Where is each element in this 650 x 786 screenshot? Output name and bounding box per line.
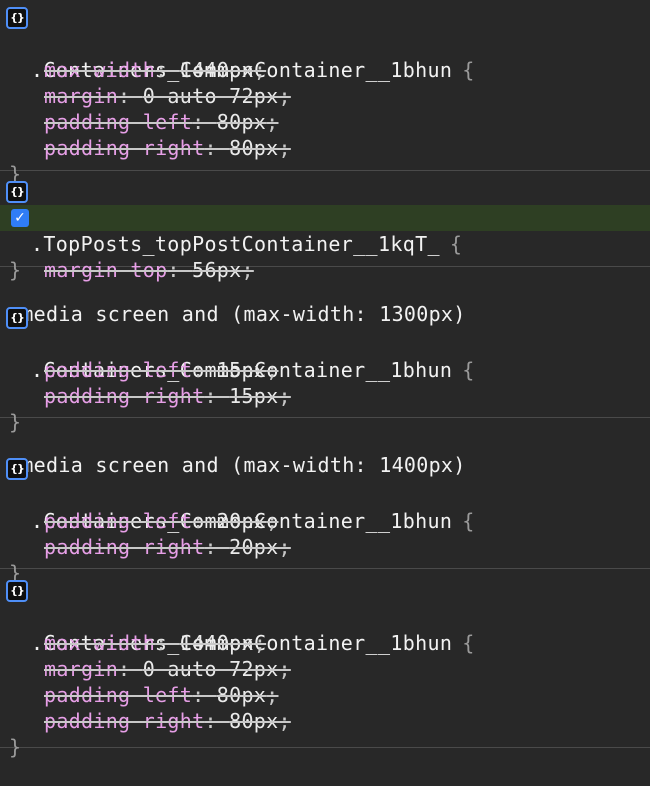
declaration[interactable]: padding-left: 80px;: [0, 656, 650, 707]
closing-brace: }: [9, 735, 22, 759]
badge-icon[interactable]: {}: [6, 580, 28, 602]
badge-icon[interactable]: {}: [6, 7, 28, 29]
css-rule-block: {} .Containers_CommonContainer__1bhun{ m…: [0, 569, 650, 759]
rule-header: {} .Containers_CommonContainer__1bhun{: [0, 578, 650, 655]
declaration[interactable]: padding-right: 80px;: [0, 109, 650, 160]
declaration[interactable]: max-width: 1440px;: [0, 31, 650, 82]
badge-icon[interactable]: {}: [6, 181, 28, 203]
declaration[interactable]: padding-right: 80px;: [0, 682, 650, 733]
rule-header: {} .Containers_CommonContainer__1bhun{: [0, 305, 650, 382]
declaration[interactable]: margin: 0 auto 72px;: [0, 57, 650, 108]
declaration[interactable]: padding-left: 80px;: [0, 83, 650, 134]
badge-icon[interactable]: {}: [6, 307, 28, 329]
checkbox-checked-icon[interactable]: ✓: [11, 209, 29, 227]
rule-header: {} .TopPosts_topPostContainer__1kqT_{: [0, 179, 650, 256]
badge-icon[interactable]: {}: [6, 458, 28, 480]
declaration[interactable]: max-width: 1440px;: [0, 604, 650, 655]
rule-header: {} .Containers_CommonContainer__1bhun{: [0, 5, 650, 82]
media-query: @media screen and (max-width: 1400px): [0, 426, 650, 477]
declaration[interactable]: padding-right: 20px;: [0, 508, 650, 559]
declaration[interactable]: margin: 0 auto 72px;: [0, 630, 650, 681]
declaration[interactable]: padding-left: 20px;: [0, 482, 650, 533]
closing-brace: }: [9, 410, 22, 434]
closing-brace: }: [9, 258, 22, 282]
rule-header: {} .Containers_CommonContainer__1bhun{: [0, 456, 650, 533]
css-rule-block: {} .Containers_CommonContainer__1bhun{ m…: [0, 0, 650, 186]
closing-brace: }: [9, 561, 22, 585]
css-rule-block: {} .TopPosts_topPostContainer__1kqT_{ ✓ …: [0, 171, 650, 282]
closing-brace: }: [9, 162, 22, 186]
media-query: @media screen and (max-width: 1300px): [0, 275, 650, 326]
declaration[interactable]: ✓ margin-top: 56px;: [0, 205, 650, 282]
declaration[interactable]: padding-left: 15px;: [0, 331, 650, 382]
declaration[interactable]: padding-right: 15px;: [0, 357, 650, 408]
css-rule-block: @media screen and (max-width: 1400px) {}…: [0, 418, 650, 585]
css-rule-block: @media screen and (max-width: 1300px) {}…: [0, 267, 650, 434]
